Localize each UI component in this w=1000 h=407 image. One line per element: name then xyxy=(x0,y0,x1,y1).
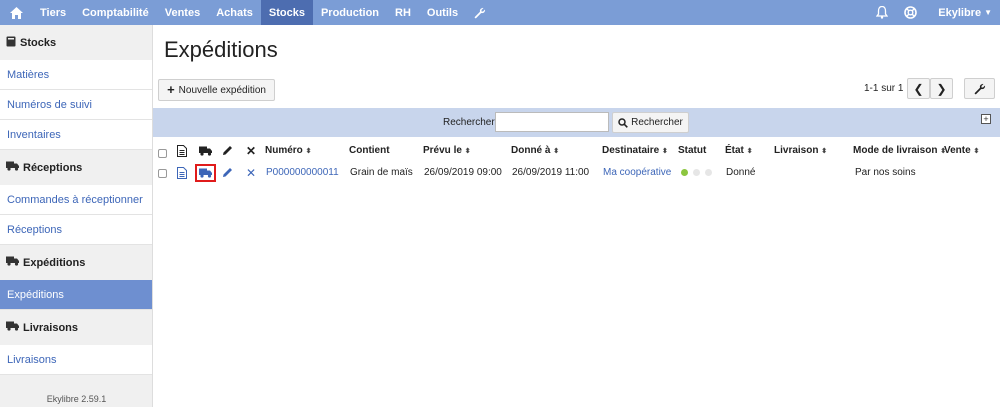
nav-item-achats[interactable]: Achats xyxy=(208,0,261,25)
column-header-contient: Contient xyxy=(349,145,390,156)
chevron-left-icon: ❮ xyxy=(913,81,924,96)
column-header-etat[interactable]: État ⬍ xyxy=(725,145,753,156)
nav-item-production[interactable]: Production xyxy=(313,0,387,25)
column-header-statut: Statut xyxy=(678,145,707,156)
document-icon[interactable] xyxy=(177,167,187,182)
sidebar-section-receptions: Réceptions xyxy=(0,150,152,185)
cell-planned-at: 26/09/2019 09:00 xyxy=(424,167,502,178)
cell-contents: Grain de maïs xyxy=(350,167,413,178)
document-icon xyxy=(177,145,187,160)
cell-delivery-mode: Par nos soins xyxy=(855,167,916,178)
highlight-box xyxy=(195,164,216,182)
column-header-vente[interactable]: Vente ⬍ xyxy=(944,145,979,156)
help-lifebuoy-icon[interactable] xyxy=(896,0,924,25)
sidebar-section-livraisons: Livraisons xyxy=(0,310,152,345)
bell-icon[interactable] xyxy=(868,0,896,25)
truck-icon xyxy=(6,256,19,269)
recipient-link[interactable]: Ma coopérative xyxy=(603,167,671,178)
sidebar-item-livraisons[interactable]: Livraisons xyxy=(0,345,152,375)
nav-item-stocks[interactable]: Stocks xyxy=(260,0,313,25)
nav-item-comptabilite[interactable]: Comptabilité xyxy=(74,0,157,25)
sidebar-section-title: Stocks xyxy=(20,36,57,49)
cell-given-at: 26/09/2019 11:00 xyxy=(512,167,590,178)
plus-icon: + xyxy=(167,82,175,97)
shipment-number-link[interactable]: P000000000011 xyxy=(266,167,339,178)
status-light-off xyxy=(705,169,712,176)
truck-icon xyxy=(6,161,19,174)
new-shipment-button[interactable]: + Nouvelle expédition xyxy=(158,79,275,101)
nav-item-rh[interactable]: RH xyxy=(387,0,419,25)
truck-icon xyxy=(199,146,212,159)
top-navbar: Tiers Comptabilité Ventes Achats Stocks … xyxy=(0,0,1000,25)
edit-pencil-icon[interactable] xyxy=(222,167,233,181)
user-menu[interactable]: Ekylibre ▼ xyxy=(924,7,1000,19)
column-header-donne-a[interactable]: Donné à ⬍ xyxy=(511,145,559,156)
search-button[interactable]: Rechercher xyxy=(612,112,689,133)
search-icon xyxy=(618,117,629,128)
cell-state: Donné xyxy=(726,167,756,178)
nav-item-ventes[interactable]: Ventes xyxy=(157,0,208,25)
sidebar-section-title: Expéditions xyxy=(23,256,86,269)
user-name: Ekylibre xyxy=(938,6,982,19)
chevron-right-icon: ❯ xyxy=(936,81,947,96)
pencil-icon xyxy=(222,145,233,159)
column-header-livraison[interactable]: Livraison ⬍ xyxy=(774,145,827,156)
wrench-icon xyxy=(974,83,985,94)
status-light-off xyxy=(693,169,700,176)
stocks-book-icon xyxy=(6,36,16,50)
nav-item-tiers[interactable]: Tiers xyxy=(32,0,74,25)
sidebar-section-stocks: Stocks xyxy=(0,25,152,60)
previous-page-button[interactable]: ❮ xyxy=(907,78,930,99)
close-icon: ✕ xyxy=(246,144,257,158)
column-header-numero[interactable]: Numéro ⬍ xyxy=(265,145,311,156)
next-page-button[interactable]: ❯ xyxy=(930,78,953,99)
search-bar: Rechercher Rechercher + xyxy=(153,108,1000,137)
column-header-destinataire[interactable]: Destinataire ⬍ xyxy=(602,145,668,156)
status-light-green xyxy=(681,169,688,176)
sidebar-item-matieres[interactable]: Matières xyxy=(0,60,152,90)
pagination-info: 1-1 sur 1 xyxy=(864,83,904,94)
new-shipment-label: Nouvelle expédition xyxy=(178,84,266,96)
caret-down-icon: ▼ xyxy=(984,8,992,17)
sidebar-section-title: Réceptions xyxy=(23,161,83,174)
settings-wrench-icon[interactable] xyxy=(466,0,494,25)
sidebar-item-numeros-de-suivi[interactable]: Numéros de suivi xyxy=(0,90,152,120)
expand-plus-icon[interactable]: + xyxy=(981,114,991,124)
row-checkbox[interactable] xyxy=(158,169,167,178)
search-input[interactable] xyxy=(495,112,609,132)
select-all-checkbox[interactable] xyxy=(158,149,167,158)
sidebar-section-title: Livraisons xyxy=(23,321,79,334)
delete-x-icon[interactable]: ✕ xyxy=(246,166,256,180)
list-settings-button[interactable] xyxy=(964,78,995,99)
truck-icon xyxy=(6,321,19,334)
page-title: Expéditions xyxy=(164,37,278,62)
sidebar-section-expeditions: Expéditions xyxy=(0,245,152,280)
search-button-label: Rechercher xyxy=(631,117,683,128)
sidebar-item-receptions[interactable]: Réceptions xyxy=(0,215,152,245)
sidebar-item-inventaires[interactable]: Inventaires xyxy=(0,120,152,150)
sidebar-item-expeditions[interactable]: Expéditions xyxy=(0,280,152,310)
column-header-prevu-le[interactable]: Prévu le ⬍ xyxy=(423,145,471,156)
home-icon[interactable] xyxy=(0,0,32,25)
column-header-mode-de-livraison[interactable]: Mode de livraison ⬍ xyxy=(853,145,946,156)
search-label: Rechercher xyxy=(443,117,495,128)
nav-item-outils[interactable]: Outils xyxy=(419,0,466,25)
sidebar-item-commandes-a-receptionner[interactable]: Commandes à réceptionner xyxy=(0,185,152,215)
sidebar: Stocks Matières Numéros de suivi Inventa… xyxy=(0,25,153,407)
main-content: Expéditions + Nouvelle expédition 1-1 su… xyxy=(153,25,1000,407)
app-version: Ekylibre 2.59.1 xyxy=(46,394,107,404)
